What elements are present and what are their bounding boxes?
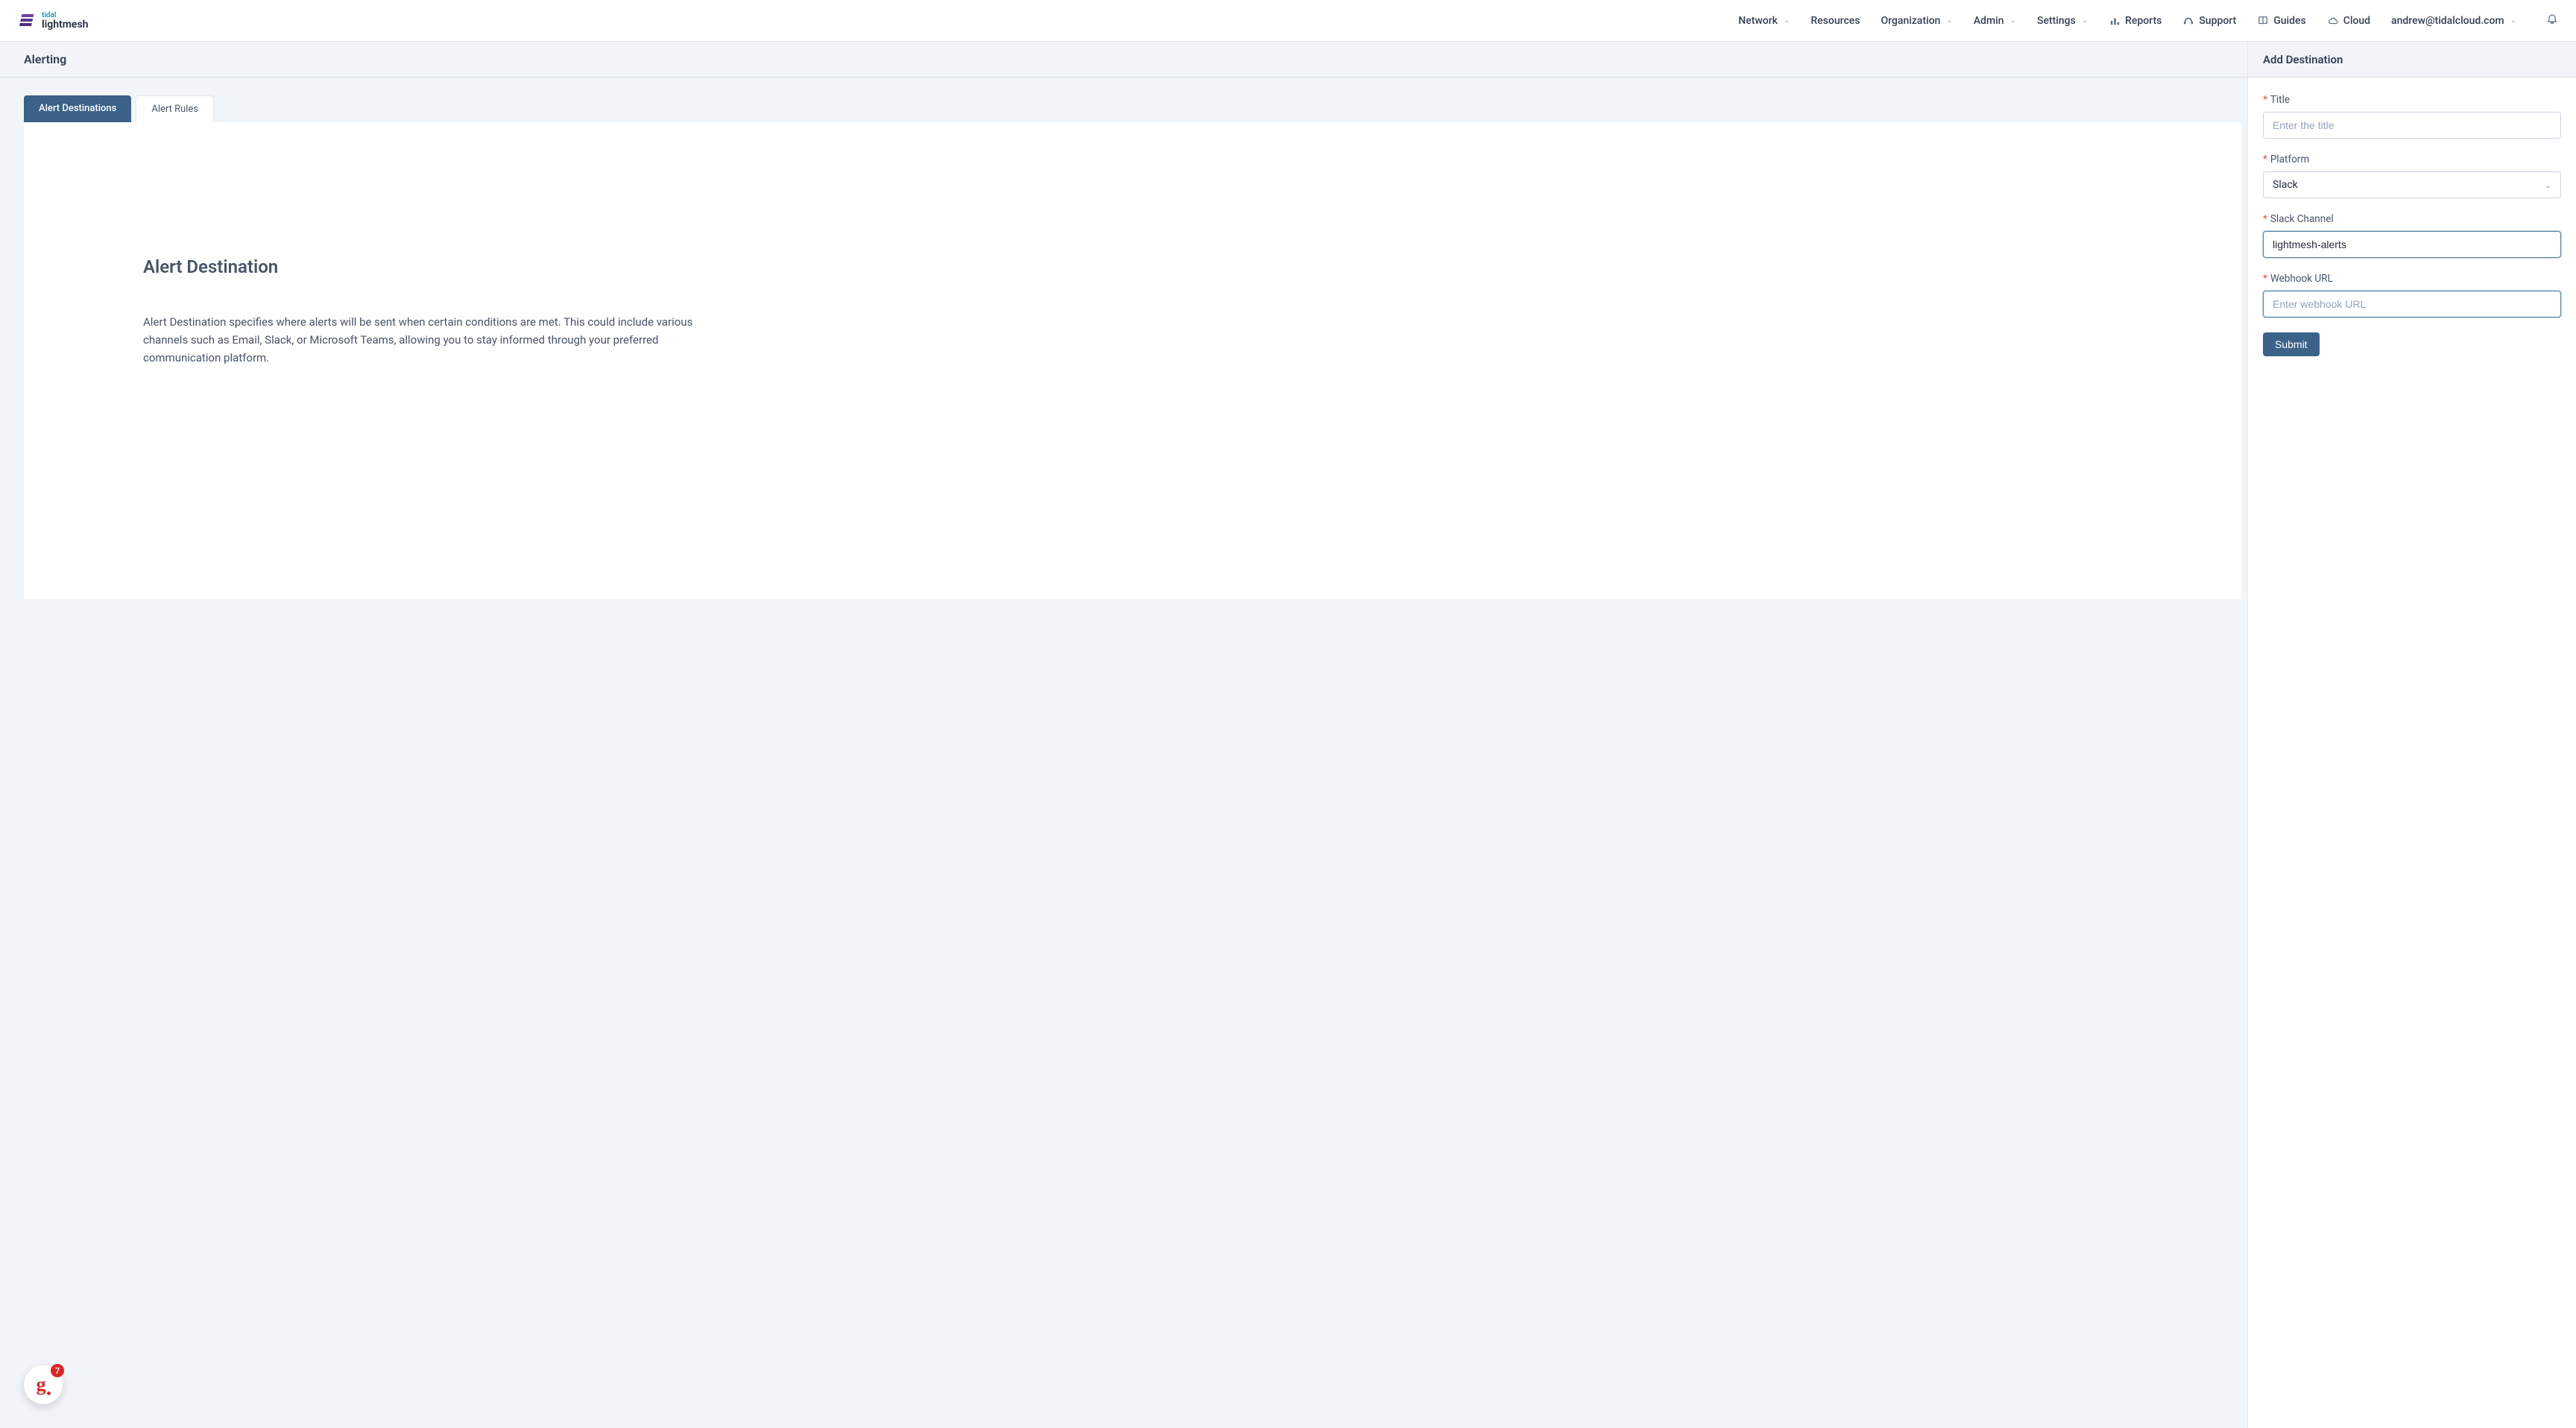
nav-guides[interactable]: Guides bbox=[2257, 15, 2305, 27]
tabs: Alert Destinations Alert Rules bbox=[24, 95, 2241, 122]
tab-alert-rules-label: Alert Rules bbox=[151, 104, 198, 115]
chevron-down-icon: ⌄ bbox=[2010, 16, 2015, 25]
channel-input[interactable] bbox=[2263, 231, 2561, 258]
chevron-down-icon: ⌄ bbox=[1784, 16, 1790, 25]
chevron-down-icon: ⌄ bbox=[2545, 180, 2551, 190]
book-icon bbox=[2257, 15, 2269, 27]
content-body: Alert Destination specifies where alerts… bbox=[143, 313, 695, 367]
headset-icon bbox=[2182, 15, 2194, 27]
nav-resources[interactable]: Resources bbox=[1811, 15, 1860, 27]
nav-settings-label: Settings bbox=[2037, 15, 2076, 27]
chevron-down-icon: ⌄ bbox=[2510, 16, 2516, 25]
logo[interactable]: tidal lightmesh bbox=[18, 12, 88, 30]
chevron-down-icon: ⌄ bbox=[1946, 16, 1952, 25]
right-sidebar: Add Destination *Title *Platform Slack ⌄… bbox=[2248, 42, 2576, 1428]
top-nav: Network ⌄ Resources Organization ⌄ Admin… bbox=[1738, 13, 2558, 28]
cloud-icon bbox=[2327, 15, 2339, 27]
nav-organization[interactable]: Organization ⌄ bbox=[1881, 15, 1952, 27]
channel-label: *Slack Channel bbox=[2263, 213, 2561, 225]
nav-cloud[interactable]: Cloud bbox=[2327, 15, 2370, 27]
bell-icon[interactable] bbox=[2546, 13, 2558, 28]
nav-settings[interactable]: Settings ⌄ bbox=[2037, 15, 2088, 27]
logo-lightmesh: lightmesh bbox=[42, 19, 88, 30]
page-header: Alerting bbox=[0, 42, 2247, 78]
nav-admin-label: Admin bbox=[1974, 15, 2004, 27]
platform-label-text: Platform bbox=[2270, 154, 2309, 165]
nav-network-label: Network bbox=[1738, 15, 1778, 27]
sidebar-header: Add Destination bbox=[2248, 42, 2576, 78]
nav-cloud-label: Cloud bbox=[2343, 15, 2370, 27]
tab-alert-rules[interactable]: Alert Rules bbox=[136, 95, 214, 122]
title-input[interactable] bbox=[2263, 112, 2561, 139]
submit-button[interactable]: Submit bbox=[2263, 332, 2320, 356]
content-heading: Alert Destination bbox=[143, 256, 2122, 277]
logo-tidal: tidal bbox=[42, 12, 88, 19]
platform-select[interactable]: Slack ⌄ bbox=[2263, 171, 2561, 198]
nav-support[interactable]: Support bbox=[2182, 15, 2236, 27]
logo-text: tidal lightmesh bbox=[42, 12, 88, 30]
title-label: *Title bbox=[2263, 94, 2561, 106]
platform-label: *Platform bbox=[2263, 154, 2561, 165]
platform-value: Slack bbox=[2273, 179, 2298, 191]
help-fab[interactable]: g 7 bbox=[24, 1365, 63, 1404]
nav-resources-label: Resources bbox=[1811, 15, 1860, 27]
nav-reports[interactable]: Reports bbox=[2109, 15, 2162, 27]
webhook-label-text: Webhook URL bbox=[2270, 273, 2333, 285]
help-fab-icon: g bbox=[37, 1374, 51, 1396]
add-destination-form: *Title *Platform Slack ⌄ *Slack Channel … bbox=[2248, 78, 2576, 373]
nav-user-label: andrew@tidalcloud.com bbox=[2391, 15, 2504, 27]
nav-network[interactable]: Network ⌄ bbox=[1738, 15, 1790, 27]
content-card: Alert Destination Alert Destination spec… bbox=[24, 122, 2241, 599]
title-label-text: Title bbox=[2270, 94, 2290, 106]
nav-support-label: Support bbox=[2199, 15, 2236, 27]
nav-reports-label: Reports bbox=[2125, 15, 2162, 27]
tab-alert-destinations[interactable]: Alert Destinations bbox=[24, 95, 131, 122]
webhook-label: *Webhook URL bbox=[2263, 273, 2561, 285]
sidebar-title: Add Destination bbox=[2263, 53, 2343, 66]
nav-admin[interactable]: Admin ⌄ bbox=[1974, 15, 2016, 27]
nav-user-menu[interactable]: andrew@tidalcloud.com ⌄ bbox=[2391, 15, 2516, 27]
help-fab-badge: 7 bbox=[51, 1364, 64, 1377]
page-title: Alerting bbox=[24, 52, 66, 66]
nav-guides-label: Guides bbox=[2273, 15, 2305, 27]
nav-organization-label: Organization bbox=[1881, 15, 1940, 27]
logo-icon bbox=[18, 12, 36, 30]
webhook-input[interactable] bbox=[2263, 291, 2561, 317]
channel-label-text: Slack Channel bbox=[2270, 213, 2334, 225]
submit-button-label: Submit bbox=[2275, 338, 2308, 350]
top-header: tidal lightmesh Network ⌄ Resources Orga… bbox=[0, 0, 2576, 42]
bar-chart-icon bbox=[2109, 15, 2121, 27]
tab-alert-destinations-label: Alert Destinations bbox=[39, 103, 116, 114]
chevron-down-icon: ⌄ bbox=[2082, 16, 2088, 25]
